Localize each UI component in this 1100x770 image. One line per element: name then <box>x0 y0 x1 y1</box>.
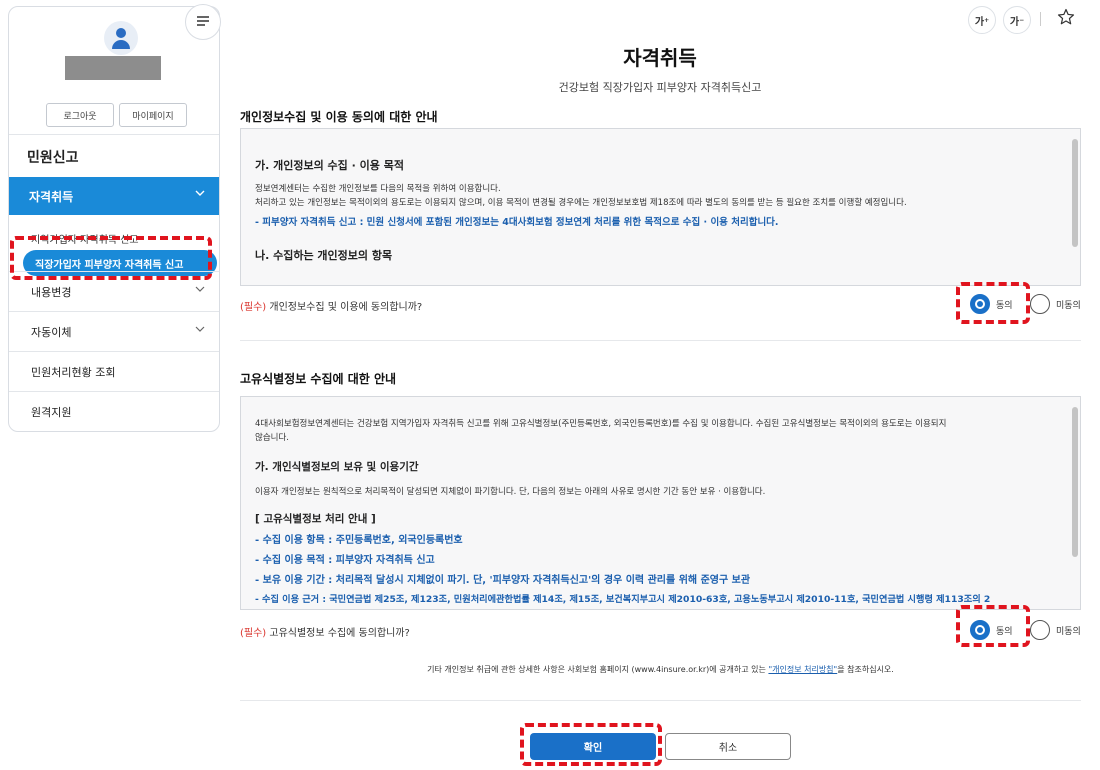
page-subtitle: 건강보험 직장가입자 피부양자 자격취득신고 <box>558 81 762 94</box>
highlight-unique-id-agree <box>956 605 1030 647</box>
sidebar-item-label: 자동이체 <box>31 325 72 339</box>
confirm-button[interactable]: 확인 <box>530 733 656 760</box>
mypage-button[interactable]: 마이페이지 <box>119 103 187 127</box>
chevron-down-icon <box>195 326 205 332</box>
privacy-policy-link[interactable]: "개인정보 처리방침" <box>768 665 837 674</box>
sidebar-item-status[interactable]: 민원처리현황 조회 <box>9 351 219 391</box>
unique-id-text: 않습니다. <box>255 433 289 443</box>
hamburger-icon <box>196 15 210 30</box>
privacy-text: 처리하고 있는 개인정보는 목적이외의 용도로는 이용되지 않으며, 이용 목적… <box>255 198 907 208</box>
scrollbar[interactable] <box>1072 401 1078 605</box>
unique-id-text: 이용자 개인정보는 원칙적으로 처리목적이 달성되면 지체없이 파기합니다. 단… <box>255 487 766 497</box>
masked-username <box>65 56 161 80</box>
unique-id-section-title: 고유식별정보 수집에 대한 안내 <box>240 372 397 386</box>
highlight-privacy-agree <box>956 282 1030 324</box>
font-increase-button[interactable]: 가 + <box>968 6 996 34</box>
privacy-agree-radio[interactable] <box>970 294 990 314</box>
sidebar-item-remote[interactable]: 원격지원 <box>9 391 219 431</box>
logout-button[interactable]: 로그아웃 <box>46 103 114 127</box>
sidebar-item-autopay[interactable]: 자동이체 <box>9 311 219 351</box>
font-decrease-button[interactable]: 가 − <box>1003 6 1031 34</box>
unique-id-item: - 보유 이용 기간 : 처리목적 달성시 지체없이 파기. 단, '피부양자 … <box>255 575 751 586</box>
privacy-heading-purpose: 가. 개인정보의 수집 · 이용 목적 <box>255 159 404 172</box>
disagree-label: 미동의 <box>1056 627 1081 637</box>
unique-id-text: 4대사회보험정보연계센터는 건강보험 지역가입자 자격취득 신고를 위해 고유식… <box>255 419 947 429</box>
page-title: 자격취득 <box>623 46 697 70</box>
sidebar-section-title: 민원신고 <box>27 150 79 166</box>
menu-toggle-button[interactable] <box>185 4 221 40</box>
section-divider <box>240 340 1081 341</box>
privacy-consent-question: (필수) 개인정보수집 및 이용에 동의합니까? <box>240 302 423 313</box>
section-divider <box>240 700 1081 701</box>
cancel-button[interactable]: 취소 <box>665 733 791 760</box>
sidebar-item-label: 민원처리현황 조회 <box>31 365 116 379</box>
avatar <box>104 21 138 55</box>
privacy-consent-box[interactable]: 가. 개인정보의 수집 · 이용 목적 정보연계센터는 수집한 개인정보를 다음… <box>240 128 1081 286</box>
unique-id-item: - 수집 이용 항목 : 주민등록번호, 외국인등록번호 <box>255 535 463 546</box>
star-icon[interactable] <box>1057 8 1075 29</box>
unique-id-disagree-radio[interactable] <box>1030 620 1050 640</box>
privacy-highlight-text: - 피부양자 자격취득 신고 : 민원 신청서에 포함된 개인정보는 4대사회보… <box>255 217 779 228</box>
agree-label: 동의 <box>996 301 1013 311</box>
sidebar: 로그아웃 마이페이지 민원신고 자격취득 지역가입자 자격취득 신고 직장가입자… <box>8 6 220 432</box>
sidebar-item-change[interactable]: 내용변경 <box>9 271 219 311</box>
sidebar-item-label: 원격지원 <box>31 405 72 419</box>
unique-id-consent-box[interactable]: 4대사회보험정보연계센터는 건강보험 지역가입자 자격취득 신고를 위해 고유식… <box>240 396 1081 610</box>
privacy-disagree-radio[interactable] <box>1030 294 1050 314</box>
unique-id-item: - 수집 이용 목적 : 피부양자 자격취득 신고 <box>255 555 435 566</box>
scrollbar[interactable] <box>1072 133 1078 281</box>
sidebar-item-label: 내용변경 <box>31 285 72 299</box>
privacy-heading-items: 나. 수집하는 개인정보의 항목 <box>255 249 393 262</box>
sidebar-item-qualification[interactable]: 자격취득 <box>9 177 219 215</box>
chevron-down-icon <box>195 286 205 292</box>
unique-id-item: - 수집 이용 근거 : 국민연금법 제25조, 제123조, 민원처리에관한법… <box>255 594 991 605</box>
unique-id-consent-question: (필수) 고유식별정보 수집에 동의합니까? <box>240 628 410 639</box>
agree-label: 동의 <box>996 627 1013 637</box>
disagree-label: 미동의 <box>1056 301 1081 311</box>
privacy-policy-note: 기타 개인정보 취급에 관한 상세한 사항은 사회보험 홈페이지 (www.4i… <box>427 665 894 674</box>
sidebar-subitem-regional[interactable]: 지역가입자 자격취득 신고 <box>31 231 139 246</box>
unique-id-heading-retention: 가. 개인식별정보의 보유 및 이용기간 <box>255 461 419 473</box>
privacy-section-title: 개인정보수집 및 이용 동의에 대한 안내 <box>240 110 438 124</box>
unique-id-agree-radio[interactable] <box>970 620 990 640</box>
privacy-text: 정보연계센터는 수집한 개인정보를 다음의 목적을 위하여 이용합니다. <box>255 184 501 194</box>
unique-id-heading-processing: [ 고유식별정보 처리 안내 ] <box>255 513 376 525</box>
sidebar-item-label: 자격취득 <box>29 189 74 204</box>
tool-divider <box>1040 12 1041 26</box>
chevron-down-icon <box>195 190 205 196</box>
